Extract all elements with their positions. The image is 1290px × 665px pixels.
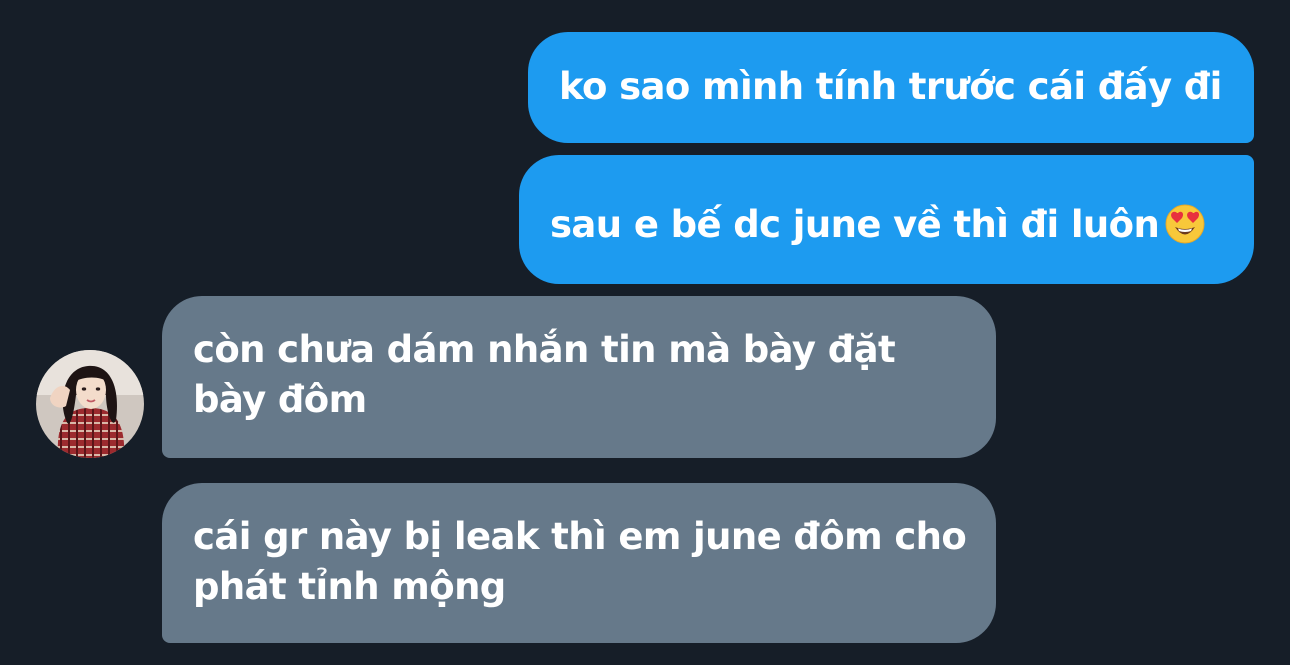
message-text-line: còn chưa dám nhắn tin mà bày đặt — [193, 328, 896, 371]
avatar-image — [36, 350, 144, 458]
avatar[interactable] — [36, 350, 144, 458]
message-text-line: cái gr này bị leak thì em june đôm cho — [193, 515, 967, 558]
heart-eyes-emoji-icon — [1165, 204, 1205, 244]
message-text-line: bày đôm — [193, 378, 367, 421]
message-text: sau e bế dc june về thì đi luôn — [550, 203, 1160, 246]
message-text: ko sao mình tính trước cái đấy đi — [559, 65, 1222, 108]
message-text-line: phát tỉnh mộng — [193, 565, 506, 608]
sent-message-bubble[interactable]: sau e bế dc june về thì đi luôn — [519, 155, 1254, 284]
sent-message-bubble[interactable]: ko sao mình tính trước cái đấy đi — [528, 32, 1254, 143]
received-message-bubble[interactable]: cái gr này bị leak thì em june đôm cho p… — [162, 483, 996, 643]
received-message-bubble[interactable]: còn chưa dám nhắn tin mà bày đặt bày đôm — [162, 296, 996, 458]
